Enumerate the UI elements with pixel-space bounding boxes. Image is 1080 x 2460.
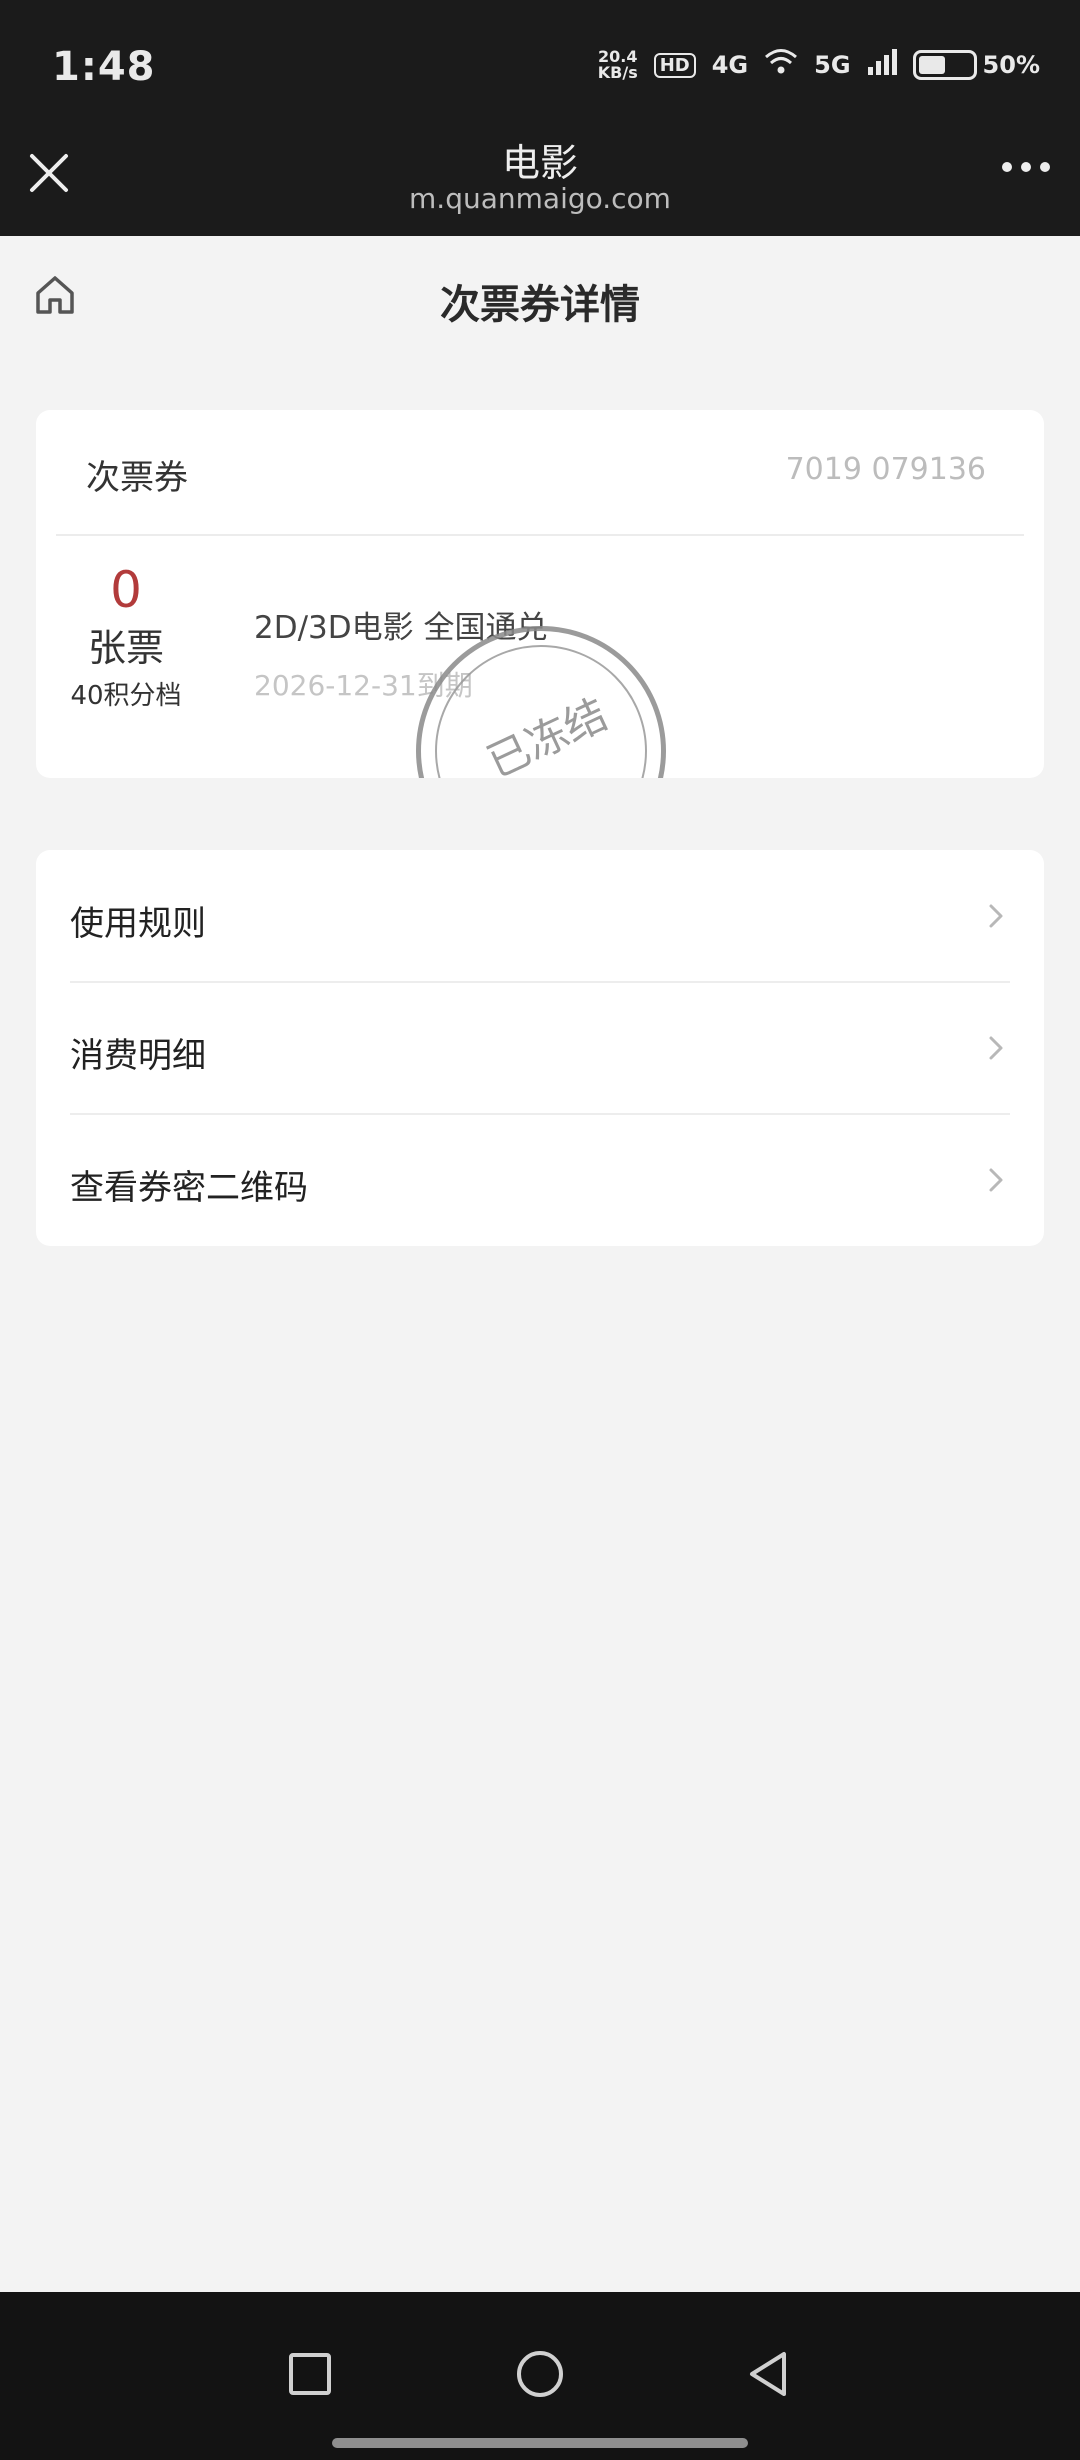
top-bar: 1:48 20.4 KB/s HD 4G 5G 50% 电影 m.quanmai… [0,0,1080,236]
status-time: 1:48 [52,44,156,90]
signal-5g-icon: 5G [814,51,851,79]
triangle-back-icon [750,2352,786,2396]
menu-card: 使用规则 消费明细 查看券密二维码 [36,850,1044,1246]
battery-indicator: 50% [912,50,1040,80]
page-header: 次票券详情 [0,236,1080,356]
menu-item-label: 使用规则 [70,904,206,944]
more-icon [1002,162,1012,172]
more-button[interactable] [1002,162,1050,172]
battery-percent: 50% [982,51,1040,79]
menu-item-label: 消费明细 [70,1036,206,1076]
circle-icon [517,2351,563,2397]
ticket-count-block: 0 张票 40积分档 [56,560,196,716]
menu-item-consumption-details[interactable]: 消费明细 [36,982,1044,1114]
signal-4g-icon: 4G [711,51,749,79]
square-icon [289,2353,331,2395]
menu-item-usage-rules[interactable]: 使用规则 [36,850,1044,982]
chevron-right-icon [989,1036,1003,1060]
status-icons: 20.4 KB/s HD 4G 5G 50% [598,48,1040,82]
battery-fill [918,56,945,74]
voucher-type: 次票券 [86,458,188,498]
battery-icon [912,50,977,80]
chevron-right-icon [989,904,1003,928]
navigation-bar [0,2292,1080,2460]
browser-url: m.quanmaigo.com [409,182,671,215]
home-indicator[interactable] [332,2438,748,2448]
ticket-count: 0 [110,561,142,619]
network-speed: 20.4 KB/s [598,49,638,81]
menu-item-view-qrcode[interactable]: 查看券密二维码 [36,1114,1044,1246]
chevron-right-icon [989,1168,1003,1192]
menu-item-label: 查看券密二维码 [70,1168,308,1208]
home-nav-button[interactable] [508,2342,572,2406]
voucher-number: 7019 079136 [785,452,986,487]
status-bar: 1:48 20.4 KB/s HD 4G 5G 50% [0,0,1080,120]
browser-header: 电影 m.quanmaigo.com [0,120,1080,236]
voucher-body: 0 张票 40积分档 2D/3D电影 全国通兑 2026-12-31到期 已冻结 [36,538,1044,778]
ticket-unit: 张票 [87,626,164,670]
voucher-header: 次票券 7019 079136 [56,410,1024,536]
page-title: 次票券详情 [440,282,640,328]
back-nav-button[interactable] [738,2342,802,2406]
wifi-icon [764,48,798,82]
browser-title: 电影 [501,141,578,185]
recent-apps-button[interactable] [278,2342,342,2406]
network-speed-unit: KB/s [597,63,638,82]
signal-bars-icon [867,49,897,81]
voucher-card: 次票券 7019 079136 0 张票 40积分档 2D/3D电影 全国通兑 … [36,410,1044,778]
hd-icon: HD [653,52,696,78]
points-tier: 40积分档 [70,681,182,711]
frozen-stamp: 已冻结 [416,626,666,778]
